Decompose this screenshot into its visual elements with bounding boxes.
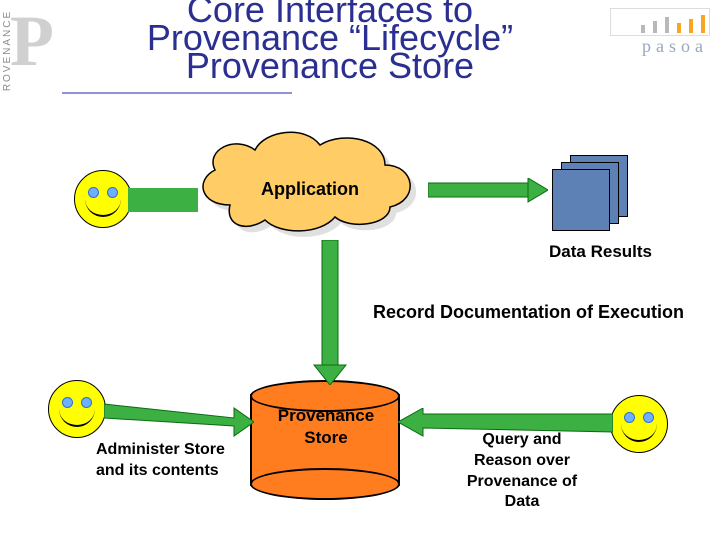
arrow-application-to-store (310, 240, 350, 385)
user-smiley-top-left (74, 170, 132, 228)
provenance-store-label: Provenance Store (248, 405, 404, 449)
data-results-icon (552, 155, 630, 230)
title-line-3: Provenance Store (60, 52, 600, 80)
arrow-query-to-store (398, 408, 613, 438)
data-results-label: Data Results (549, 242, 652, 262)
administer-label: Administer Store and its contents (96, 440, 226, 482)
title-underline (62, 92, 292, 94)
arrow-admin-to-store (104, 398, 254, 438)
record-documentation-label: Record Documentation of Execution (373, 302, 684, 323)
user-smiley-admin (48, 380, 106, 438)
pasoa-logo: pasoa (610, 8, 710, 62)
arrow-user-to-application (128, 188, 198, 212)
application-cloud: Application (190, 125, 430, 245)
arrow-application-to-results (428, 178, 548, 204)
query-label: Query and Reason over Provenance of Data (452, 430, 592, 513)
user-smiley-query (610, 395, 668, 453)
application-label: Application (190, 179, 430, 200)
page-title: Core Interfaces to Provenance “Lifecycle… (60, 0, 600, 80)
logo-letter: P (10, 5, 54, 77)
provenance-logo: ROVENANCE P (0, 0, 30, 120)
pasoa-word: pasoa (610, 36, 710, 57)
